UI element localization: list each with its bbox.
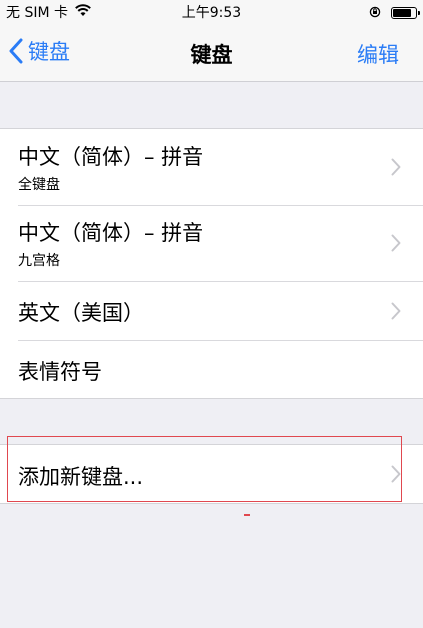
- chevron-right-icon: [391, 465, 401, 483]
- keyboard-item-title: 表情符号: [18, 360, 102, 384]
- keyboard-item-emoji[interactable]: 表情符号: [0, 340, 423, 399]
- keyboard-item-subtitle: 九宫格: [18, 253, 60, 269]
- add-keyboard-label: 添加新键盘...: [18, 465, 144, 489]
- add-keyboard-button[interactable]: 添加新键盘...: [0, 445, 423, 503]
- keyboard-item-pinyin-full[interactable]: 中文（简体）– 拼音 全键盘: [0, 129, 423, 205]
- chevron-right-icon: [391, 234, 401, 252]
- add-keyboard-group: 添加新键盘...: [0, 444, 423, 504]
- chevron-right-icon: [391, 302, 401, 320]
- keyboard-item-english[interactable]: 英文（美国）: [0, 281, 423, 340]
- nav-bar: 键盘 键盘 编辑: [0, 22, 423, 82]
- keyboard-item-subtitle: 全键盘: [18, 177, 60, 193]
- keyboard-list: 中文（简体）– 拼音 全键盘 中文（简体）– 拼音 九宫格 英文（美国） 表情符…: [0, 128, 423, 399]
- chevron-right-icon: [391, 158, 401, 176]
- status-bar: 无 SIM 卡 上午9:53: [0, 0, 423, 22]
- edit-button[interactable]: 编辑: [357, 39, 399, 69]
- battery-icon: [391, 6, 420, 19]
- keyboard-item-pinyin-9key[interactable]: 中文（简体）– 拼音 九宫格: [0, 205, 423, 281]
- rotation-lock-icon: [369, 3, 381, 22]
- keyboard-item-title: 中文（简体）– 拼音: [18, 221, 204, 245]
- status-time: 上午9:53: [181, 5, 242, 21]
- keyboard-item-title: 英文（美国）: [18, 301, 144, 325]
- status-right: [369, 3, 420, 22]
- annotation-mark: [244, 514, 250, 516]
- keyboard-item-title: 中文（简体）– 拼音: [18, 145, 204, 169]
